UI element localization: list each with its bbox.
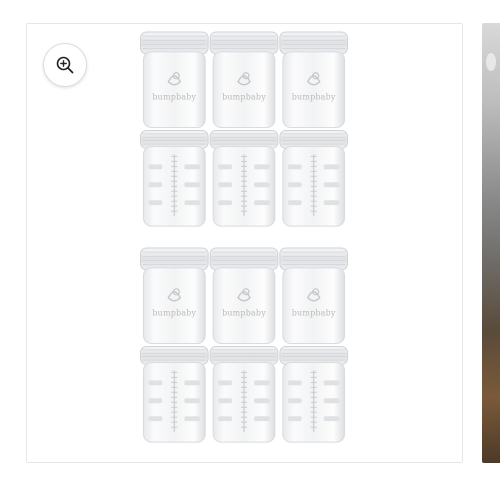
jar: bumpbaby	[279, 247, 349, 345]
jar: bumpbaby	[209, 31, 279, 129]
product-gallery: bumpbaby bumpbaby bumpbaby bumpbaby bumpbaby…	[0, 0, 500, 500]
main-image-frame[interactable]: bumpbaby bumpbaby bumpbaby bumpbaby bumpbaby…	[26, 23, 463, 463]
zoom-in-icon	[56, 56, 74, 74]
jar: bumpbaby	[279, 31, 349, 129]
jar: bumpbaby	[139, 31, 209, 129]
jar-brand-text: bumpbaby	[152, 309, 196, 318]
jar-brand-text: bumpbaby	[292, 93, 336, 102]
jar-brand-text: bumpbaby	[292, 309, 336, 318]
jar	[279, 130, 349, 227]
jar-brand-text: bumpbaby	[222, 93, 266, 102]
jar-brand-text: bumpbaby	[152, 93, 196, 102]
jar	[279, 346, 349, 443]
jar	[209, 130, 279, 227]
jar	[209, 346, 279, 443]
jar	[139, 130, 209, 227]
zoom-button[interactable]	[43, 43, 87, 87]
jar-brand-text: bumpbaby	[222, 309, 266, 318]
jar: bumpbaby	[139, 247, 209, 345]
next-image-preview[interactable]	[482, 23, 500, 463]
jar	[139, 346, 209, 443]
jar: bumpbaby	[209, 247, 279, 345]
product-image[interactable]: bumpbaby bumpbaby bumpbaby bumpbaby bumpbaby…	[27, 24, 462, 462]
